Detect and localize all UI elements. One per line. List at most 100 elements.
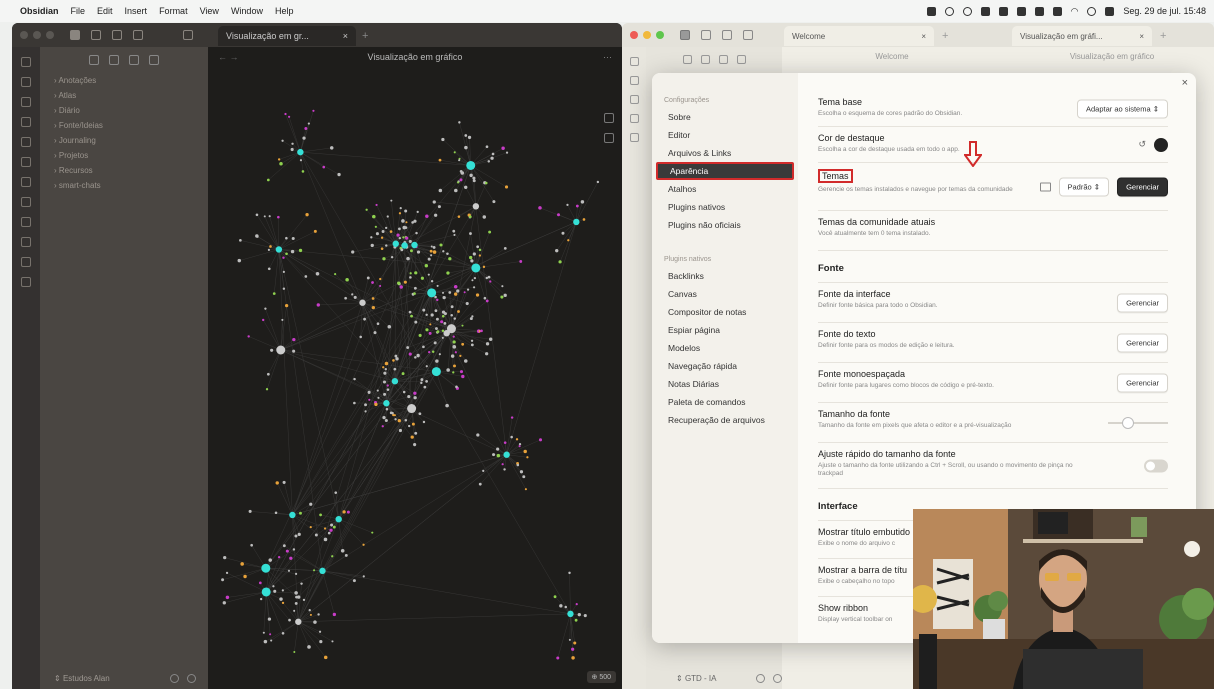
nav-item-canvas[interactable]: Canvas xyxy=(656,285,794,303)
tab-graph-view[interactable]: Visualização em gr... × xyxy=(218,26,356,46)
nav-item-backlinks[interactable]: Backlinks xyxy=(656,267,794,285)
nav-item-sobre[interactable]: Sobre xyxy=(656,108,794,126)
menu-insert[interactable]: Insert xyxy=(125,6,148,16)
manage-interface-font-button[interactable]: Gerenciar xyxy=(1117,293,1168,312)
tab-welcome[interactable]: Welcome × xyxy=(784,26,934,46)
menu-window[interactable]: Window xyxy=(231,6,263,16)
menu-file[interactable]: File xyxy=(71,6,86,16)
collapse-icon[interactable] xyxy=(149,55,159,65)
sort-icon[interactable] xyxy=(718,55,728,64)
ribbon-icon-1[interactable] xyxy=(629,57,639,66)
accent-color-picker[interactable] xyxy=(1154,137,1168,152)
folder-icon[interactable] xyxy=(1039,182,1051,191)
ribbon-icon-4[interactable] xyxy=(21,117,31,127)
status-icon-7[interactable] xyxy=(1034,6,1044,16)
ribbon-icon-8[interactable] xyxy=(21,197,31,207)
folder-item[interactable]: › Diário xyxy=(40,103,208,118)
graph-canvas[interactable] xyxy=(208,67,622,689)
layout-icon[interactable] xyxy=(743,30,753,40)
nav-item-compositor[interactable]: Compositor de notas xyxy=(656,303,794,321)
menu-view[interactable]: View xyxy=(200,6,219,16)
ribbon-icon-11[interactable] xyxy=(21,257,31,267)
menu-help[interactable]: Help xyxy=(275,6,294,16)
folder-item[interactable]: › Fonte/Ideias xyxy=(40,118,208,133)
ribbon-icon-2[interactable] xyxy=(21,77,31,87)
nav-item-navegacao[interactable]: Navegação rápida xyxy=(656,357,794,375)
ribbon-icon-1[interactable] xyxy=(21,57,31,67)
ribbon-icon-6[interactable] xyxy=(21,157,31,167)
file-icon[interactable] xyxy=(133,30,143,40)
folder-item[interactable]: › Anotações xyxy=(40,73,208,88)
layout-icon[interactable] xyxy=(183,30,193,40)
folder-item[interactable]: › Recursos xyxy=(40,163,208,178)
vault-switcher[interactable]: ⇕ GTD - IA xyxy=(676,674,717,683)
settings-gear-icon[interactable] xyxy=(187,674,196,683)
nav-item-modelos[interactable]: Modelos xyxy=(656,339,794,357)
status-icon-5[interactable] xyxy=(998,6,1008,16)
ribbon-icon-7[interactable] xyxy=(21,177,31,187)
new-tab-icon[interactable]: + xyxy=(942,30,948,42)
folder-item[interactable]: › Journaling xyxy=(40,133,208,148)
ribbon-icon-9[interactable] xyxy=(21,217,31,227)
graph-view-pane[interactable]: ← → Visualização em gráfico ··· ⊕ 500 xyxy=(208,47,622,689)
sidebar-toggle-icon[interactable] xyxy=(70,30,80,40)
ribbon-icon-12[interactable] xyxy=(21,277,31,287)
bookmark-icon[interactable] xyxy=(722,30,732,40)
status-icon-6[interactable] xyxy=(1016,6,1026,16)
nav-arrows-icon[interactable]: ← → xyxy=(218,47,239,67)
menu-format[interactable]: Format xyxy=(159,6,188,16)
pinch-zoom-toggle[interactable] xyxy=(1144,459,1168,472)
nav-item-espiar[interactable]: Espiar página xyxy=(656,321,794,339)
window-controls[interactable] xyxy=(20,31,54,39)
status-icon-4[interactable] xyxy=(980,6,990,16)
folder-item[interactable]: › smart-chats xyxy=(40,178,208,193)
status-icon-1[interactable] xyxy=(926,6,936,16)
window-controls[interactable] xyxy=(630,31,664,39)
collapse-icon[interactable] xyxy=(736,55,746,64)
ribbon-icon-3[interactable] xyxy=(629,95,639,104)
nav-item-arquivos[interactable]: Arquivos & Links xyxy=(656,144,794,162)
ribbon-icon-4[interactable] xyxy=(629,114,639,123)
close-icon[interactable]: × xyxy=(1182,77,1188,89)
ribbon-icon-3[interactable] xyxy=(21,97,31,107)
tab-graph-right[interactable]: Visualização em gráfi... × xyxy=(1012,26,1152,46)
nav-item-atalhos[interactable]: Atalhos xyxy=(656,180,794,198)
battery-icon[interactable] xyxy=(1052,6,1062,16)
sort-icon[interactable] xyxy=(129,55,139,65)
search-icon[interactable] xyxy=(1087,6,1097,16)
reset-icon[interactable]: ↺ xyxy=(1138,139,1146,150)
menubar-clock[interactable]: Seg. 29 de jul. 15:48 xyxy=(1123,6,1206,16)
font-size-slider[interactable] xyxy=(1108,416,1168,429)
vault-switcher[interactable]: ⇕ Estudos Alan xyxy=(54,674,110,683)
nav-item-aparencia[interactable]: Aparência xyxy=(656,162,794,180)
nav-item-plugins-nativos[interactable]: Plugins nativos xyxy=(656,198,794,216)
nav-item-paleta[interactable]: Paleta de comandos xyxy=(656,393,794,411)
close-icon[interactable]: × xyxy=(343,31,348,41)
ribbon-icon-10[interactable] xyxy=(21,237,31,247)
new-note-icon[interactable] xyxy=(682,55,692,64)
new-folder-icon[interactable] xyxy=(109,55,119,65)
new-folder-icon[interactable] xyxy=(700,55,710,64)
control-center-icon[interactable] xyxy=(1105,6,1115,16)
close-icon[interactable]: × xyxy=(921,32,926,41)
ribbon-icon-2[interactable] xyxy=(629,76,639,85)
new-note-icon[interactable] xyxy=(89,55,99,65)
folder-item[interactable]: › Atlas xyxy=(40,88,208,103)
wifi-icon[interactable]: ◠ xyxy=(1071,6,1079,17)
bookmark-icon[interactable] xyxy=(112,30,122,40)
help-icon[interactable] xyxy=(756,674,765,683)
new-tab-icon[interactable]: + xyxy=(362,30,368,42)
new-tab-icon[interactable]: + xyxy=(1160,30,1166,42)
nav-item-recuperacao[interactable]: Recuperação de arquivos xyxy=(656,411,794,429)
ribbon-icon-5[interactable] xyxy=(21,137,31,147)
tema-base-select[interactable]: Adaptar ao sistema ⇕ xyxy=(1077,99,1168,118)
search-icon[interactable] xyxy=(701,30,711,40)
ribbon-icon-5[interactable] xyxy=(629,133,639,142)
manage-themes-button[interactable]: Gerenciar xyxy=(1117,177,1168,196)
sidebar-toggle-icon[interactable] xyxy=(680,30,690,40)
menu-app-name[interactable]: Obsidian xyxy=(20,6,59,16)
nav-item-editor[interactable]: Editor xyxy=(656,126,794,144)
manage-mono-font-button[interactable]: Gerenciar xyxy=(1117,373,1168,392)
close-icon[interactable]: × xyxy=(1139,32,1144,41)
help-icon[interactable] xyxy=(170,674,179,683)
